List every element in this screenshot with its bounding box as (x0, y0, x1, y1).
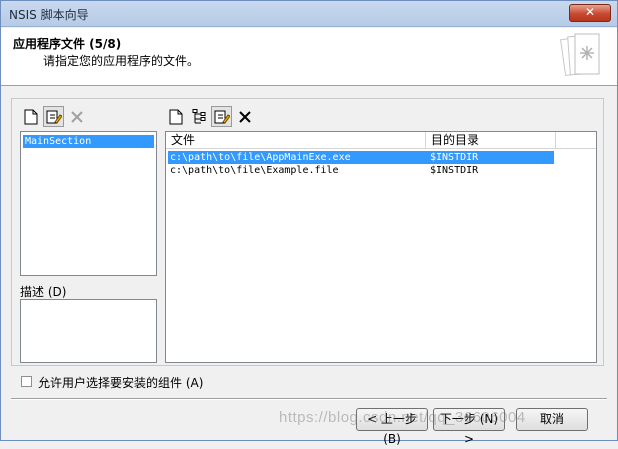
cancel-button[interactable]: 取消 (516, 408, 588, 431)
new-document-icon (24, 109, 37, 124)
add-section-button[interactable] (20, 106, 41, 127)
edit-document-icon (46, 110, 62, 124)
destination-dir: $INSTDIR (430, 152, 479, 163)
section-item[interactable]: MainSection (23, 135, 154, 148)
page-title: 应用程序文件 (5/8) (13, 37, 122, 51)
delete-icon (70, 110, 83, 123)
delete-section-button[interactable] (66, 106, 87, 127)
window-title: NSIS 脚本向导 (9, 8, 89, 22)
file-path: c:\path\to\file\Example.file (170, 165, 339, 176)
delete-icon (238, 110, 251, 123)
description-box (20, 299, 157, 363)
file-path: c:\path\to\file\AppMainExe.exe (170, 152, 351, 163)
title-bar[interactable]: NSIS 脚本向导 ✕ (1, 1, 617, 27)
watermark-text: https://blog.csdn.net/qq_36606004 (279, 409, 526, 426)
tree-icon (192, 108, 205, 123)
footer-divider (11, 398, 607, 400)
delete-file-button[interactable] (234, 106, 255, 127)
add-directory-button[interactable] (188, 106, 209, 127)
allow-select-components-label[interactable]: 允许用户选择要安装的组件 (A) (38, 374, 203, 391)
wizard-header: 应用程序文件 (5/8) 请指定您的应用程序的文件。 (1, 28, 617, 86)
edit-document-icon (214, 110, 230, 124)
edit-section-button[interactable] (43, 106, 64, 127)
table-row[interactable]: c:\path\to\file\AppMainExe.exe $INSTDIR (168, 151, 554, 164)
edit-file-button[interactable] (211, 106, 232, 127)
column-header-empty (556, 132, 596, 149)
column-header-file[interactable]: 文件 (166, 132, 426, 149)
page-subtitle: 请指定您的应用程序的文件。 (43, 54, 200, 68)
close-button[interactable]: ✕ (569, 4, 611, 22)
add-file-button[interactable] (165, 106, 186, 127)
column-header-destination[interactable]: 目的目录 (426, 132, 556, 149)
wizard-window: NSIS 脚本向导 ✕ 应用程序文件 (5/8) 请指定您的应用程序的文件。 M… (0, 0, 618, 446)
document-stack-icon (560, 33, 600, 77)
file-list[interactable]: 文件 目的目录 c:\path\to\file\AppMainExe.exe $… (165, 131, 597, 363)
table-row[interactable]: c:\path\to\file\Example.file $INSTDIR (168, 164, 554, 177)
section-list[interactable]: MainSection (20, 131, 157, 276)
components-group: MainSection 描述 (D) 文件 目的目录 c:\path\to\fi… (11, 98, 604, 366)
allow-select-components-checkbox[interactable] (21, 376, 32, 387)
destination-dir: $INSTDIR (430, 165, 479, 176)
description-label: 描述 (D) (20, 285, 67, 299)
new-document-icon (169, 109, 182, 124)
